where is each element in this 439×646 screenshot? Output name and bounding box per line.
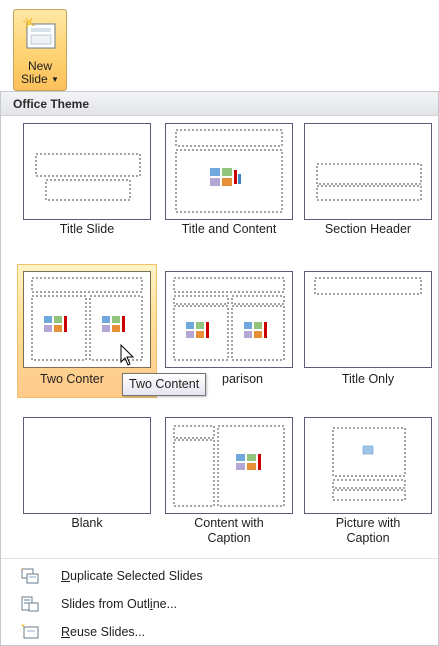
content-caption-thumbnail: [173, 425, 285, 507]
layout-tooltip: Two Content: [122, 373, 207, 396]
content-placeholder-icon: [210, 168, 241, 186]
layout-label: Title Slide: [59, 222, 115, 236]
menu-label-post: uplicate Selected Slides: [70, 569, 203, 583]
layout-title-and-content[interactable]: Title and Content: [159, 116, 299, 250]
layout-thumbnail: [23, 123, 151, 220]
layout-blank[interactable]: Blank: [17, 410, 157, 544]
comparison-thumbnail: [173, 277, 285, 361]
layout-label: Content with Caption: [160, 516, 298, 546]
layout-label: Section Header: [324, 222, 412, 236]
menu-item-reuse-slides[interactable]: Reuse Slides...: [1, 618, 439, 646]
layout-gallery: Title Slide Title and Content Section He…: [1, 116, 439, 558]
new-slide-button[interactable]: New Slide ▼: [13, 9, 67, 91]
layout-label: Title and Content: [181, 222, 277, 236]
layout-label-line1: Content with: [194, 516, 264, 530]
menu-label-access-key: D: [61, 569, 71, 583]
title-content-thumbnail: [175, 129, 283, 213]
layout-title-slide[interactable]: Title Slide: [17, 116, 157, 250]
new-slide-label: New Slide ▼: [14, 60, 66, 86]
layout-thumbnail: [23, 417, 151, 514]
layout-label: Picture with Caption: [299, 516, 437, 546]
layout-thumbnail: [304, 271, 432, 368]
layout-thumbnail: [165, 417, 293, 514]
menu-label-access-key: R: [61, 625, 71, 639]
menu-label-post: euse Slides...: [70, 625, 146, 639]
dropdown-menu: Duplicate Selected Slides Slides from Ou…: [1, 562, 439, 646]
title-slide-thumbnail: [35, 153, 141, 201]
new-slide-dropdown: Office Theme Title Slide Title and Conte…: [0, 91, 439, 646]
layout-thumbnail: [304, 123, 432, 220]
menu-label-post: ne...: [152, 597, 178, 611]
picture-caption-thumbnail: [332, 427, 406, 501]
layout-picture-with-caption[interactable]: Picture with Caption: [298, 410, 438, 546]
menu-item-duplicate-selected-slides[interactable]: Duplicate Selected Slides: [1, 562, 439, 590]
slides-from-outline-icon: [21, 596, 39, 612]
layout-section-header[interactable]: Section Header: [298, 116, 438, 250]
layout-thumbnail: [165, 271, 293, 368]
new-slide-line1: New: [27, 59, 52, 73]
layout-label-line2: Caption: [207, 531, 251, 545]
menu-label-pre: Slides from Outl: [61, 597, 150, 611]
layout-thumbnail: [165, 123, 293, 220]
layout-title-only[interactable]: Title Only: [298, 264, 438, 398]
new-slide-line2: Slide: [21, 72, 48, 86]
layout-label: Blank: [71, 516, 103, 530]
theme-header: Office Theme: [1, 92, 438, 116]
layout-label-line2: Caption: [346, 531, 390, 545]
layout-label-line1: Picture with: [335, 516, 401, 530]
layout-label: Title Only: [341, 372, 395, 386]
duplicate-slides-icon: [21, 568, 39, 584]
menu-separator: [1, 558, 438, 559]
layout-thumbnail: [304, 417, 432, 514]
new-slide-icon: [23, 18, 56, 49]
mouse-cursor-icon: [120, 344, 135, 366]
dropdown-caret-icon: ▼: [51, 75, 59, 84]
reuse-slides-icon: [21, 624, 39, 639]
layout-content-with-caption[interactable]: Content with Caption: [159, 410, 299, 546]
title-only-thumbnail: [314, 277, 422, 295]
section-header-thumbnail: [316, 163, 422, 201]
menu-item-slides-from-outline[interactable]: Slides from Outline...: [1, 590, 439, 618]
